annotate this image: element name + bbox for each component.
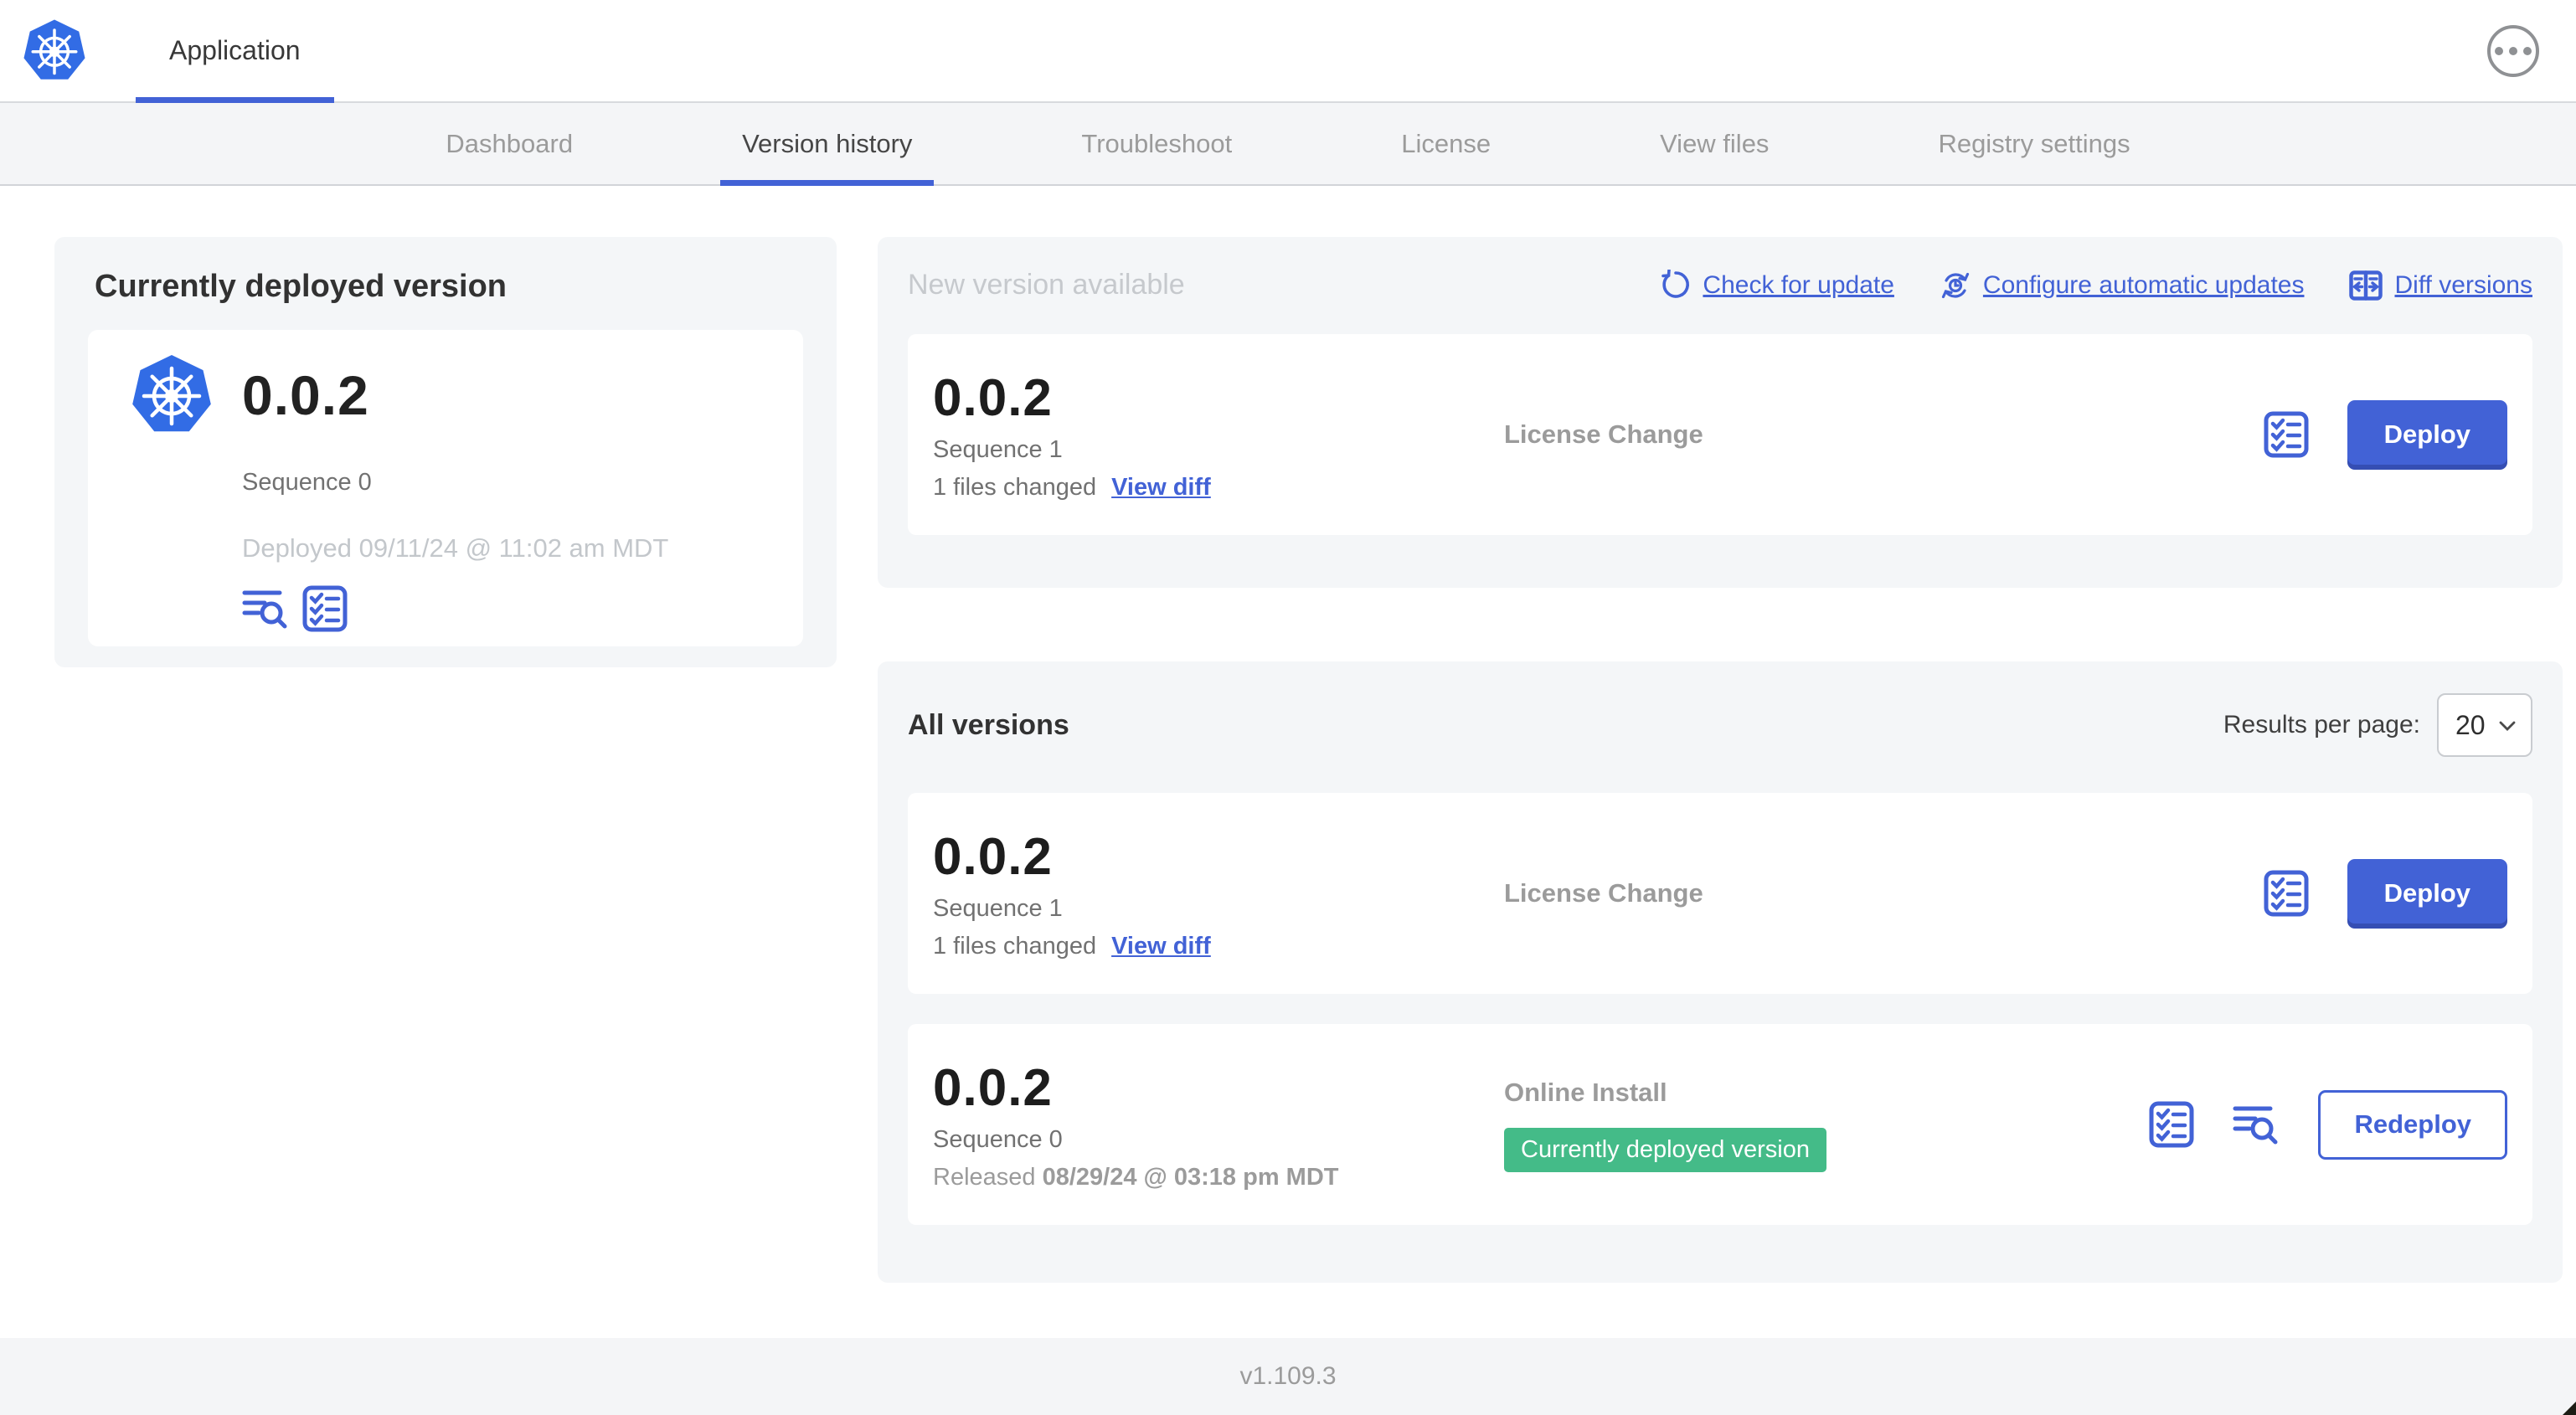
version-number: 0.0.2 (933, 827, 1053, 886)
ellipsis-icon (2495, 46, 2503, 55)
files-changed: 1 files changed (933, 932, 1097, 960)
app-version-logo-icon (130, 353, 214, 437)
version-number: 0.0.2 (933, 1058, 1053, 1117)
checklist-icon (2149, 1101, 2194, 1148)
new-version-row: 0.0.2 Sequence 1 1 files changed View di… (908, 334, 2532, 535)
view-diff-link[interactable]: View diff (1111, 474, 1211, 502)
new-version-title: New version available (908, 269, 1185, 301)
refresh-icon (1662, 270, 1690, 298)
version-source: License Change (1504, 878, 1703, 908)
auto-update-clock-icon (1941, 272, 1970, 298)
deploy-button[interactable]: Deploy (2347, 399, 2507, 470)
version-sequence: Sequence 0 (933, 1125, 1063, 1153)
tab-registry-settings[interactable]: Registry settings (1916, 103, 2151, 184)
currently-deployed-section: Currently deployed version 0.0.2 Sequenc… (54, 237, 837, 667)
version-source: License Change (1504, 419, 1703, 449)
all-versions-title: All versions (908, 708, 1069, 741)
checklist-icon (2264, 411, 2309, 458)
configure-automatic-updates-link[interactable]: Configure automatic updates (1940, 270, 2304, 301)
view-logs-button[interactable] (242, 587, 289, 630)
release-checks-button[interactable] (2264, 870, 2309, 917)
logs-magnifier-icon (2233, 1103, 2280, 1146)
tab-dashboard[interactable]: Dashboard (424, 103, 595, 184)
app-footer: v1.109.3 (0, 1338, 2576, 1415)
diff-columns-icon (2349, 270, 2383, 301)
results-per-page-select[interactable]: 20 (2437, 693, 2532, 757)
deploy-button[interactable]: Deploy (2347, 858, 2507, 929)
tab-license[interactable]: License (1379, 103, 1512, 184)
main-content: Currently deployed version 0.0.2 Sequenc… (0, 186, 2576, 1338)
released-timestamp: Released 08/29/24 @ 03:18 pm MDT (933, 1163, 1339, 1191)
release-checks-button[interactable] (2149, 1101, 2194, 1148)
tab-troubleshoot[interactable]: Troubleshoot (1059, 103, 1254, 184)
more-options-button[interactable] (2487, 24, 2539, 77)
app-header: Application (0, 0, 2576, 103)
right-column: New version available Check for update C… (878, 237, 2563, 1283)
main-nav: Dashboard Version history Troubleshoot L… (0, 103, 2576, 186)
version-source: Online Install (1504, 1077, 1667, 1107)
results-per-page-label: Results per page: (2223, 711, 2420, 738)
version-row: 0.0.2 Sequence 0 Released 08/29/24 @ 03:… (908, 1024, 2532, 1225)
version-row: 0.0.2 Sequence 1 1 files changed View di… (908, 793, 2532, 994)
all-versions-section: All versions Results per page: 20 0.0.2 … (878, 661, 2563, 1283)
view-logs-button[interactable] (2233, 1103, 2280, 1146)
kubernetes-logo-icon (22, 18, 87, 80)
deployed-version-card: 0.0.2 Sequence 0 Deployed 09/11/24 @ 11:… (88, 330, 803, 646)
view-diff-link[interactable]: View diff (1111, 933, 1211, 960)
currently-deployed-title: Currently deployed version (95, 269, 507, 304)
tab-view-files[interactable]: View files (1638, 103, 1790, 184)
new-version-section: New version available Check for update C… (878, 237, 2563, 588)
deployed-timestamp: Deployed 09/11/24 @ 11:02 am MDT (242, 533, 669, 563)
files-changed: 1 files changed (933, 473, 1097, 501)
tab-version-history[interactable]: Version history (720, 103, 935, 186)
check-for-update-link[interactable]: Check for update (1660, 270, 1894, 301)
cursor-artifact (2563, 1402, 2576, 1415)
checklist-icon (302, 585, 348, 632)
checklist-icon (2264, 870, 2309, 917)
chevron-down-icon (2499, 721, 2516, 731)
redeploy-button[interactable]: Redeploy (2318, 1089, 2507, 1160)
version-number: 0.0.2 (933, 368, 1053, 427)
deployed-sequence: Sequence 0 (242, 469, 372, 496)
release-checks-button[interactable] (2264, 411, 2309, 458)
version-sequence: Sequence 1 (933, 435, 1063, 463)
app-title: Application (169, 35, 301, 65)
release-checks-button[interactable] (302, 585, 348, 632)
diff-versions-link[interactable]: Diff versions (2349, 270, 2532, 301)
deployed-version-number: 0.0.2 (242, 364, 369, 426)
logs-magnifier-icon (242, 587, 289, 630)
console-version: v1.109.3 (1239, 1362, 1337, 1390)
version-sequence: Sequence 1 (933, 894, 1063, 922)
currently-deployed-badge: Currently deployed version (1504, 1127, 1826, 1172)
app-tab-application[interactable]: Application (136, 0, 334, 103)
